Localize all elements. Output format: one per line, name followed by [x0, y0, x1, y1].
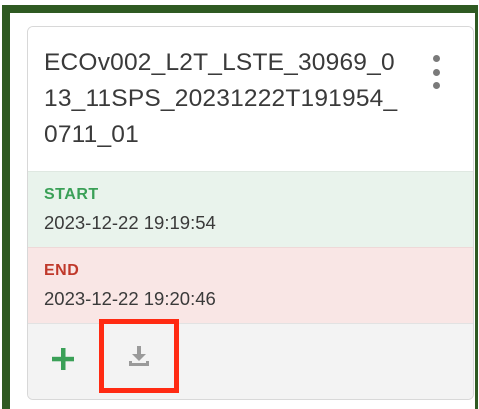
more-vertical-icon: [432, 68, 440, 76]
granule-card-actions: [28, 319, 473, 399]
start-time-section: START 2023-12-22 19:19:54: [28, 171, 473, 247]
end-time-section: END 2023-12-22 19:20:46: [28, 247, 473, 323]
plus-icon: [52, 348, 74, 370]
download-icon: [129, 346, 149, 366]
more-vertical-icon: [432, 82, 440, 89]
end-label: END: [44, 262, 80, 279]
end-time-value: 2023-12-22 19:20:46: [44, 288, 216, 309]
granule-card-header: ECOv002_L2T_LSTE_30969_013_11SPS_2023122…: [28, 27, 473, 171]
start-label: START: [44, 186, 99, 203]
granule-title[interactable]: ECOv002_L2T_LSTE_30969_013_11SPS_2023122…: [44, 45, 404, 153]
more-options-button[interactable]: [424, 55, 448, 89]
more-vertical-icon: [432, 55, 440, 62]
granule-card: ECOv002_L2T_LSTE_30969_013_11SPS_2023122…: [27, 26, 474, 400]
start-time-value: 2023-12-22 19:19:54: [44, 212, 216, 233]
add-granule-button[interactable]: [48, 344, 78, 374]
download-granule-button[interactable]: [99, 319, 179, 393]
